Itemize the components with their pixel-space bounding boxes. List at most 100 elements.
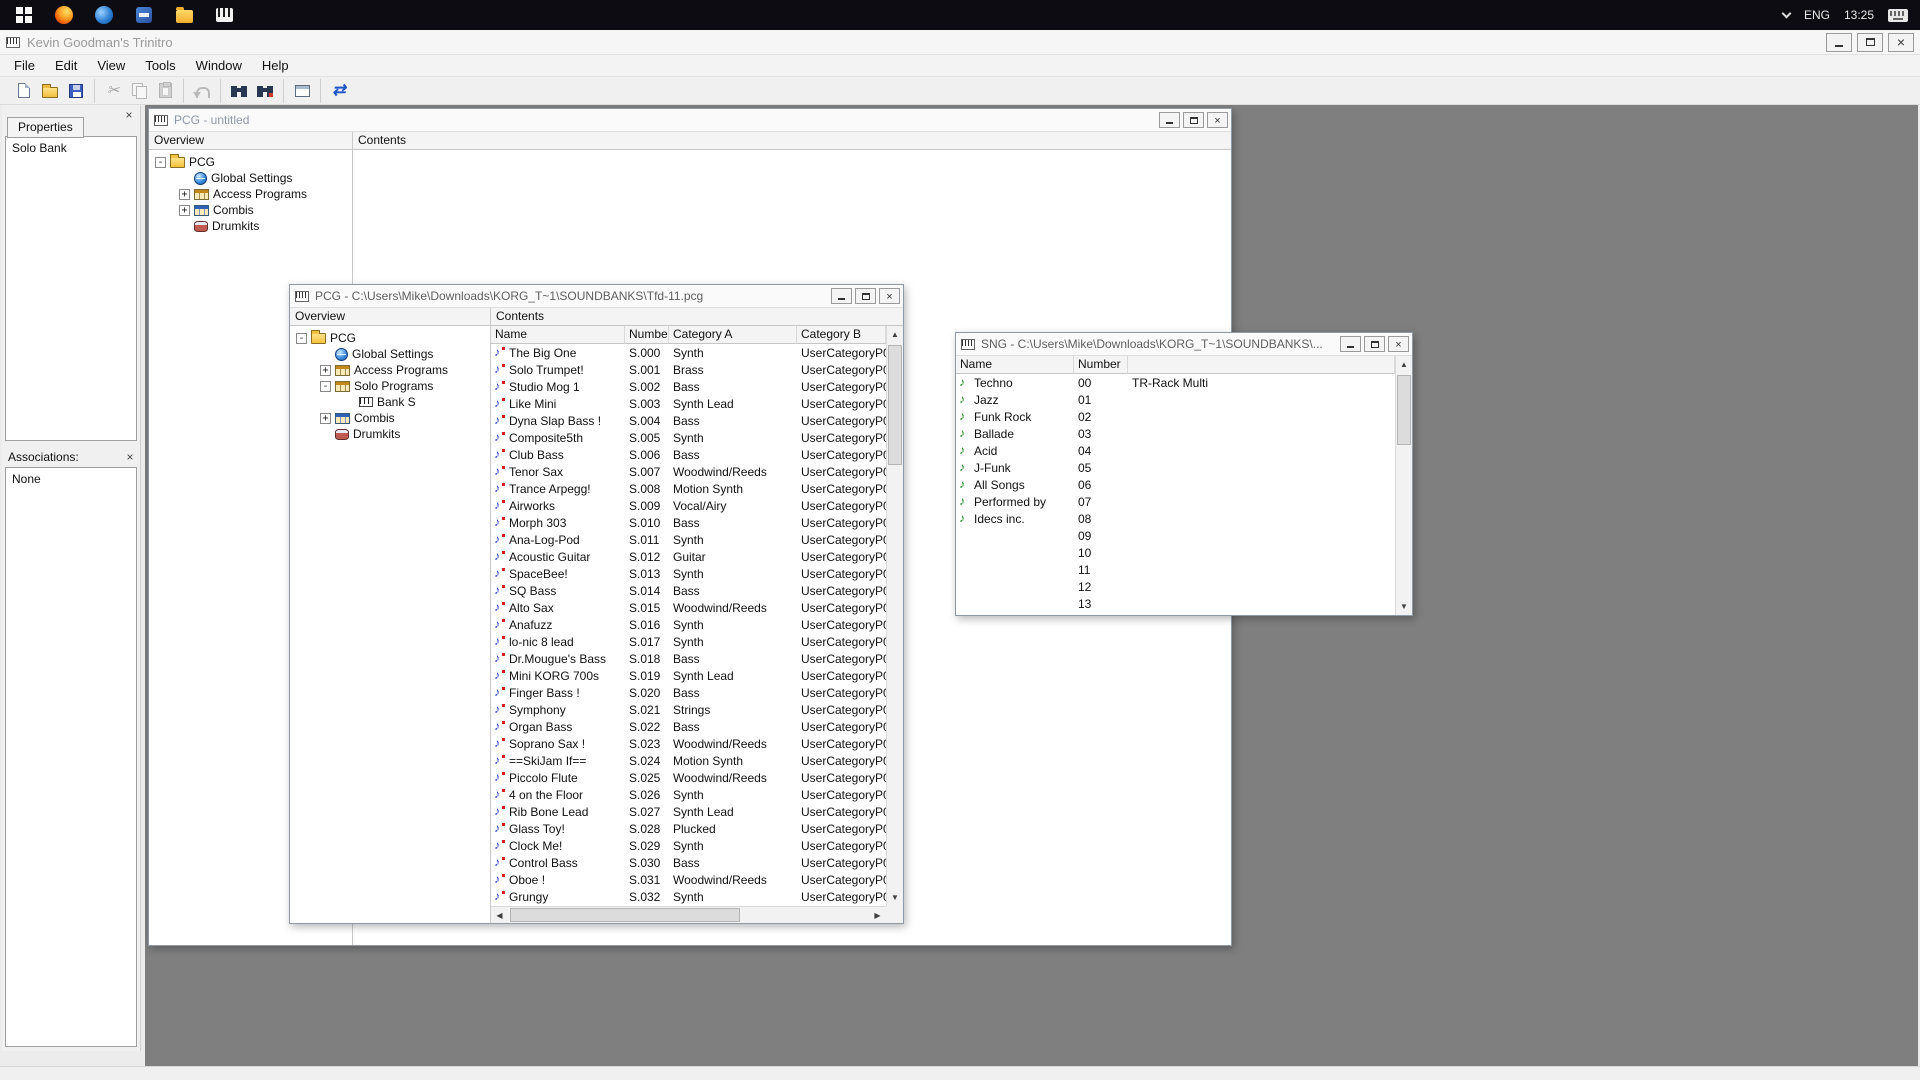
expand-toggle-icon[interactable]: + <box>320 365 331 376</box>
column-header-category-a[interactable]: Category A <box>669 326 797 344</box>
expand-toggle-icon[interactable]: + <box>179 189 190 200</box>
table-row[interactable]: J-Funk 05 <box>956 459 1395 476</box>
keyboard-icon[interactable] <box>1888 9 1908 22</box>
expand-toggle-icon[interactable]: + <box>320 413 331 424</box>
table-row[interactable]: Trance Arpegg! S.008 Motion Synth UserCa… <box>491 480 886 497</box>
window-button[interactable] <box>289 79 315 103</box>
table-row[interactable]: 12 <box>956 578 1395 595</box>
table-row[interactable]: Oboe ! S.031 Woodwind/Reeds UserCategory… <box>491 871 886 888</box>
scroll-left-icon[interactable] <box>491 907 508 923</box>
column-header-number[interactable]: Number <box>1074 356 1128 374</box>
table-row[interactable]: Organ Bass S.022 Bass UserCategoryP0 <box>491 718 886 735</box>
expand-toggle-icon[interactable]: - <box>320 381 331 392</box>
maximize-button[interactable] <box>1857 33 1883 52</box>
open-button[interactable] <box>37 79 63 103</box>
table-row[interactable]: All Songs 06 <box>956 476 1395 493</box>
menu-item[interactable]: Edit <box>45 55 87 77</box>
table-row[interactable]: Piccolo Flute S.025 Woodwind/Reeds UserC… <box>491 769 886 786</box>
maximize-button[interactable] <box>1364 336 1385 352</box>
find-button[interactable] <box>226 79 252 103</box>
trinitro-app-icon[interactable] <box>212 3 236 27</box>
table-row[interactable]: Rib Bone Lead S.027 Synth Lead UserCateg… <box>491 803 886 820</box>
table-row[interactable]: lo-nic 8 lead S.017 Synth UserCategoryP0 <box>491 633 886 650</box>
tab-properties[interactable]: Properties <box>7 117 84 138</box>
column-header-name[interactable]: Name <box>491 326 625 344</box>
scroll-thumb[interactable] <box>510 908 740 922</box>
table-row[interactable]: Composite5th S.005 Synth UserCategoryP0 <box>491 429 886 446</box>
maximize-button[interactable] <box>1183 112 1204 128</box>
column-header-name[interactable]: Name <box>956 356 1074 374</box>
tree-item[interactable]: + Access Programs <box>149 186 352 202</box>
minimize-button[interactable] <box>831 288 852 304</box>
main-titlebar[interactable]: Kevin Goodman's Trinitro <box>0 30 1920 55</box>
cut-button[interactable] <box>100 79 126 103</box>
menu-item[interactable]: Tools <box>135 55 185 77</box>
close-button[interactable] <box>1388 336 1409 352</box>
table-row[interactable]: 09 <box>956 527 1395 544</box>
menu-item[interactable]: Window <box>186 55 252 77</box>
minimize-button[interactable] <box>1340 336 1361 352</box>
table-row[interactable]: Control Bass S.030 Bass UserCategoryP0 <box>491 854 886 871</box>
close-button[interactable] <box>1888 33 1914 52</box>
scroll-right-icon[interactable] <box>869 907 886 923</box>
find-next-button[interactable] <box>252 79 278 103</box>
tree-item[interactable]: - PCG <box>149 154 352 170</box>
expand-toggle-icon[interactable]: - <box>296 333 307 344</box>
expand-toggle-icon[interactable]: - <box>155 157 166 168</box>
table-row[interactable]: 11 <box>956 561 1395 578</box>
menu-item[interactable]: View <box>87 55 135 77</box>
scroll-down-icon[interactable] <box>887 889 903 906</box>
paste-button[interactable] <box>152 79 178 103</box>
tree-item[interactable]: + Access Programs <box>290 362 490 378</box>
undo-button[interactable] <box>189 79 215 103</box>
window-titlebar[interactable]: PCG - C:\Users\Mike\Downloads\KORG_T~1\S… <box>290 285 903 308</box>
close-button[interactable] <box>879 288 900 304</box>
menu-item[interactable]: File <box>4 55 45 77</box>
expand-toggle-icon[interactable]: + <box>179 205 190 216</box>
column-header-category-b[interactable]: Category B <box>797 326 886 344</box>
minimize-button[interactable] <box>1826 33 1852 52</box>
table-row[interactable]: Acid 04 <box>956 442 1395 459</box>
scroll-down-icon[interactable] <box>1396 598 1412 615</box>
table-row[interactable]: 13 <box>956 595 1395 612</box>
scroll-thumb[interactable] <box>888 345 902 465</box>
tree-item[interactable]: Bank S <box>290 394 490 410</box>
vertical-scrollbar[interactable] <box>1395 356 1412 615</box>
close-associations-button[interactable] <box>124 450 136 462</box>
tree-item[interactable]: + Combis <box>149 202 352 218</box>
table-row[interactable]: Acoustic Guitar S.012 Guitar UserCategor… <box>491 548 886 565</box>
table-row[interactable]: Mini KORG 700s S.019 Synth Lead UserCate… <box>491 667 886 684</box>
table-row[interactable]: Finger Bass ! S.020 Bass UserCategoryP0 <box>491 684 886 701</box>
table-row[interactable]: Ballade 03 <box>956 425 1395 442</box>
table-row[interactable]: Club Bass S.006 Bass UserCategoryP0 <box>491 446 886 463</box>
table-row[interactable]: Anafuzz S.016 Synth UserCategoryP0 <box>491 616 886 633</box>
table-row[interactable]: Clock Me! S.029 Synth UserCategoryP0 <box>491 837 886 854</box>
table-row[interactable]: Dr.Mougue's Bass S.018 Bass UserCategory… <box>491 650 886 667</box>
scroll-thumb[interactable] <box>1397 375 1411 445</box>
table-row[interactable]: Symphony S.021 Strings UserCategoryP0 <box>491 701 886 718</box>
table-row[interactable]: Dyna Slap Bass ! S.004 Bass UserCategory… <box>491 412 886 429</box>
table-row[interactable]: Ana-Log-Pod S.011 Synth UserCategoryP0 <box>491 531 886 548</box>
table-row[interactable]: Performed by 07 <box>956 493 1395 510</box>
table-row[interactable]: Morph 303 S.010 Bass UserCategoryP0 <box>491 514 886 531</box>
table-row[interactable]: Solo Trumpet! S.001 Brass UserCategoryP0 <box>491 361 886 378</box>
table-row[interactable]: Funk Rock 02 <box>956 408 1395 425</box>
tree-item[interactable]: + Combis <box>290 410 490 426</box>
table-row[interactable]: Studio Mog 1 S.002 Bass UserCategoryP0 <box>491 378 886 395</box>
column-header-number[interactable]: Number <box>625 326 669 344</box>
table-row[interactable]: Grungy S.032 Synth UserCategoryP0 <box>491 888 886 905</box>
start-icon[interactable] <box>12 3 36 27</box>
table-row[interactable]: ==SkiJam If== S.024 Motion Synth UserCat… <box>491 752 886 769</box>
tray-chevron-icon[interactable] <box>1782 9 1792 19</box>
minimize-button[interactable] <box>1159 112 1180 128</box>
firefox-icon[interactable] <box>52 3 76 27</box>
sync-button[interactable] <box>326 79 352 103</box>
table-row[interactable]: 4 on the Floor S.026 Synth UserCategoryP… <box>491 786 886 803</box>
horizontal-scrollbar[interactable] <box>491 906 886 923</box>
tree-item[interactable]: Drumkits <box>149 218 352 234</box>
table-row[interactable]: Tenor Sax S.007 Woodwind/Reeds UserCateg… <box>491 463 886 480</box>
scroll-up-icon[interactable] <box>1396 356 1412 373</box>
tree-item[interactable]: - PCG <box>290 330 490 346</box>
table-row[interactable]: SQ Bass S.014 Bass UserCategoryP0 <box>491 582 886 599</box>
table-row[interactable]: Airworks S.009 Vocal/Airy UserCategoryP0 <box>491 497 886 514</box>
